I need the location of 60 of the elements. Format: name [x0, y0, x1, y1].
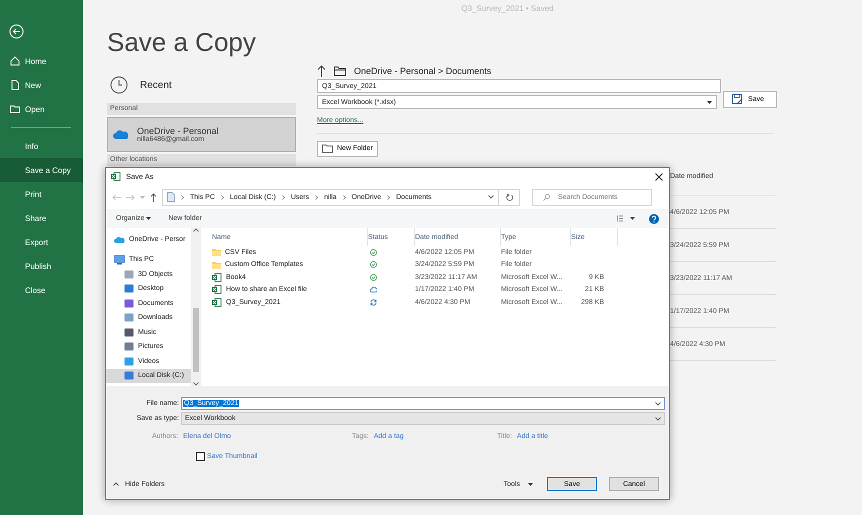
recent-label: Recent: [140, 80, 172, 90]
caret-icon: [146, 217, 152, 220]
folder-path: OneDrive - Personal > Documents: [354, 66, 492, 76]
caret-icon: [655, 416, 661, 420]
monitor-icon: [114, 254, 125, 265]
check-circle-icon: [370, 261, 377, 268]
chevron-icon: [315, 194, 318, 200]
up-arrow-icon[interactable]: [317, 65, 326, 77]
document-icon: [167, 192, 175, 202]
spreadsheet-icon: [111, 172, 121, 181]
up-arrow-icon[interactable]: [150, 192, 157, 202]
sidebar-item[interactable]: Share: [0, 206, 83, 230]
spreadsheet-icon: [212, 298, 222, 307]
sidebar-item[interactable]: Save a Copy: [0, 158, 83, 182]
cloud-icon: [370, 286, 377, 294]
sidebar-item[interactable]: Publish: [0, 254, 83, 278]
caret-icon: [528, 482, 533, 486]
down-chevron-icon[interactable]: [193, 382, 199, 386]
search-icon: [543, 194, 550, 200]
chevron-icon: [282, 194, 285, 200]
clock-icon: [110, 76, 128, 94]
check-circle-icon: [370, 248, 377, 256]
sidebar-item[interactable]: Export: [0, 230, 83, 254]
sidebar-item[interactable]: Info: [0, 134, 83, 158]
cloud-icon: [113, 129, 129, 140]
location-name: OneDrive - Personal: [137, 126, 219, 136]
save-icon: [732, 94, 744, 105]
sync-icon: [370, 298, 377, 306]
refresh-icon: [506, 193, 512, 201]
caret-icon: [655, 402, 661, 406]
scrollbar[interactable]: [191, 228, 201, 386]
close-icon[interactable]: [655, 172, 663, 180]
chevron-icon: [342, 194, 346, 200]
home-icon: [10, 56, 20, 66]
scroll-thumb[interactable]: [193, 308, 199, 372]
caret-icon[interactable]: [488, 195, 494, 199]
check-circle-icon: [370, 274, 377, 281]
checkbox[interactable]: [196, 452, 205, 461]
refresh-button[interactable]: [498, 188, 520, 206]
back-icon[interactable]: [9, 24, 24, 39]
view-options-icon[interactable]: [617, 215, 635, 222]
sidebar-item[interactable]: New: [0, 73, 83, 97]
document-title: Q3_Survey_2021 • Saved: [460, 3, 555, 15]
recent-item[interactable]: Recent: [107, 72, 296, 98]
sidebar-item[interactable]: Close: [0, 278, 83, 302]
chevron-icon: [181, 194, 184, 200]
cloud-icon: [114, 236, 125, 243]
sidebar-item[interactable]: Open: [0, 97, 83, 121]
chevron-icon: [387, 194, 390, 200]
page-icon: [10, 80, 20, 90]
up-chevron-icon: [113, 482, 119, 486]
sidebar-item[interactable]: Print: [0, 182, 83, 206]
sidebar-item[interactable]: Home: [0, 49, 83, 73]
page-title: Save a Copy: [107, 27, 257, 59]
spreadsheet-icon: [212, 272, 222, 282]
spreadsheet-icon: [212, 285, 222, 294]
up-chevron-icon[interactable]: [193, 228, 199, 232]
caret-icon: [707, 100, 712, 104]
chevron-icon: [220, 194, 224, 200]
help-icon[interactable]: [649, 214, 659, 224]
